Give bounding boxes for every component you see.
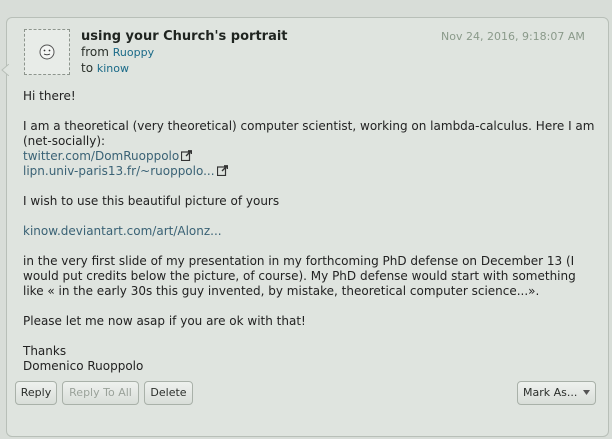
to-label: to [81, 61, 94, 75]
recipient-link[interactable]: kinow [97, 62, 129, 75]
reply-button[interactable]: Reply [15, 381, 57, 405]
external-link-icon [181, 150, 193, 161]
delete-button[interactable]: Delete [144, 381, 193, 405]
from-line: from Ruoppy [81, 45, 154, 59]
signature: Domenico Ruoppolo [23, 359, 144, 373]
sender-link[interactable]: Ruoppy [113, 46, 154, 59]
mark-as-dropdown[interactable]: Mark As... [517, 381, 596, 405]
message-date: Nov 24, 2016, 9:18:07 AM [441, 30, 585, 43]
reply-all-button[interactable]: Reply To All [62, 381, 139, 405]
deviantart-link[interactable]: kinow.deviantart.com/art/Alonz... [23, 224, 222, 238]
external-link-icon [216, 165, 228, 176]
twitter-link[interactable]: twitter.com/DomRuoppolo [23, 149, 179, 163]
message-subject: using your Church's portrait [81, 29, 288, 44]
greeting: Hi there! [23, 89, 76, 103]
thanks-text: Thanks [23, 344, 67, 358]
message-body: Hi there! I am a theoretical (very theor… [23, 89, 598, 374]
details-paragraph: in the very first slide of my presentati… [23, 254, 576, 298]
smiley-avatar-icon [39, 44, 55, 60]
website-link[interactable]: lipn.univ-paris13.fr/~ruoppolo... [23, 164, 215, 178]
intro-text: I am a theoretical (very theoretical) co… [23, 119, 595, 148]
request-text: I wish to use this beautiful picture of … [23, 194, 280, 208]
from-label: from [81, 45, 109, 59]
to-line: to kinow [81, 61, 129, 75]
ask-text: Please let me now asap if you are ok wit… [23, 314, 306, 328]
avatar[interactable] [24, 29, 70, 75]
pointer-notch [1, 64, 9, 76]
chevron-down-icon [583, 390, 590, 395]
mark-as-label: Mark As... [523, 386, 578, 399]
